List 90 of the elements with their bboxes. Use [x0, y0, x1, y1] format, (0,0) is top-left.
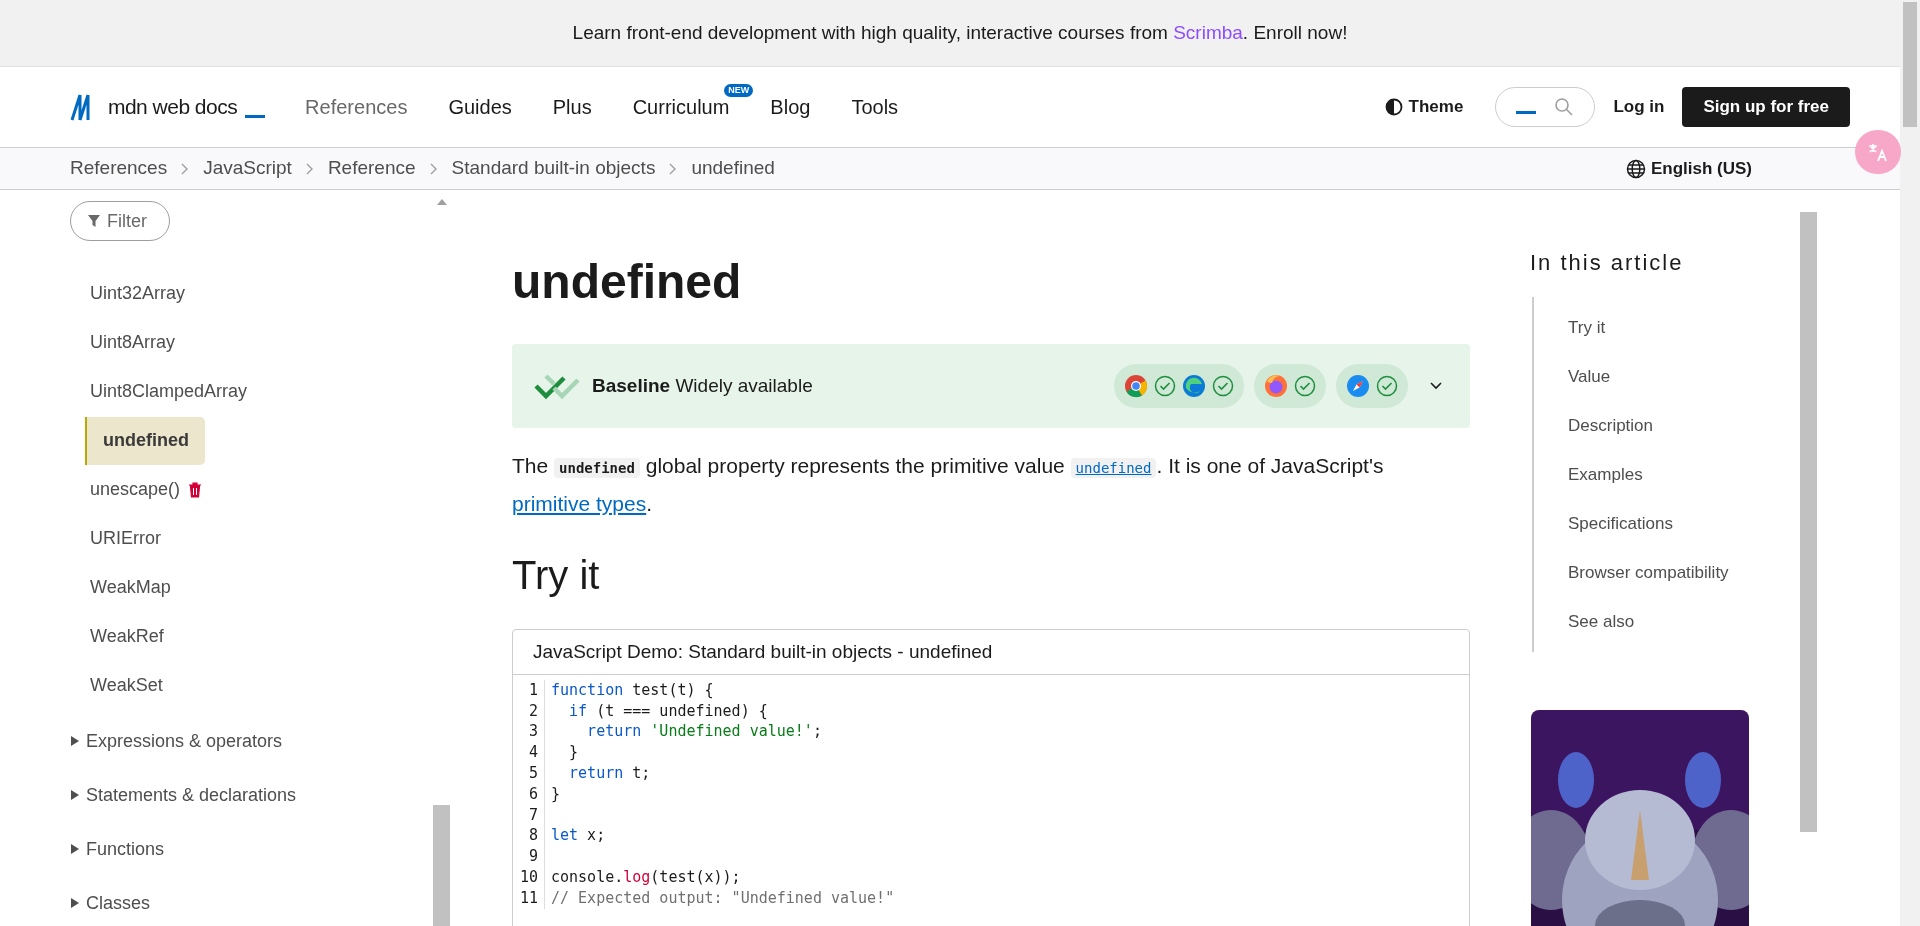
line-number: 3 — [513, 721, 545, 743]
page-title: undefined — [512, 256, 743, 309]
toc-link[interactable]: Specifications — [1568, 510, 1673, 537]
page-scrollbar[interactable] — [1903, 2, 1917, 127]
sidebar-link[interactable]: Uint32Array — [90, 280, 186, 307]
firefox-icon — [1264, 373, 1288, 398]
intro-paragraph: The undefined global property represents the primitive value undefined . It is one of JavaScript's primitive types. — [512, 452, 1385, 517]
toc-link[interactable]: Browser compatibility — [1568, 559, 1729, 586]
sidebar-link[interactable]: unescape() — [90, 476, 181, 503]
sidebar-link[interactable]: undefined — [85, 416, 205, 465]
line-number: 11 — [513, 887, 545, 909]
code-line: } — [568, 742, 579, 763]
sidebar-link[interactable]: Uint8ClampedArray — [90, 378, 248, 405]
translate-button[interactable] — [1855, 130, 1901, 174]
line-number: 8 — [513, 825, 545, 847]
check-circle-icon — [1212, 374, 1234, 397]
chevron-right-icon — [181, 162, 190, 175]
promo-text: Learn front-end development with high quality, interactive courses from Scrimba. Enroll now! — [572, 20, 1348, 45]
inline-link[interactable]: primitive types — [512, 491, 647, 515]
toc-link[interactable]: Description — [1568, 412, 1654, 439]
check-circle-icon — [1294, 374, 1316, 397]
new-badge: NEW — [724, 84, 754, 97]
sidebar-group[interactable]: Functions — [70, 835, 165, 863]
check-circle-icon — [1154, 374, 1176, 397]
language-button[interactable]: English (US) — [1625, 155, 1752, 182]
mdn-logo[interactable]: mdn web docs — [70, 91, 266, 123]
sidebar-group[interactable]: Expressions & operators — [70, 727, 283, 755]
code-line: let x; — [550, 825, 606, 847]
code-line: function test(t) { — [550, 679, 714, 701]
chevron-right-icon — [429, 162, 438, 175]
search-icon — [1554, 97, 1575, 117]
line-number: 1 — [513, 679, 545, 701]
toc-scrollbar[interactable] — [1800, 212, 1817, 832]
toc-link[interactable]: Examples — [1568, 461, 1643, 488]
sidebar-link[interactable]: WeakSet — [90, 672, 163, 699]
breadcrumb-link[interactable]: undefined — [691, 154, 775, 183]
line-number: 5 — [513, 763, 545, 784]
check-circle-icon — [1376, 374, 1398, 397]
toc-link[interactable]: Try it — [1568, 314, 1606, 341]
chevron-down-icon[interactable] — [1430, 381, 1442, 390]
nav-link[interactable]: Tools — [851, 96, 899, 118]
baseline-check-icon — [532, 371, 580, 400]
breadcrumb-link[interactable]: JavaScript — [203, 154, 292, 183]
code-line: console.log(test(x)); — [550, 866, 741, 888]
code-line: } — [550, 783, 561, 805]
section-heading: Try it — [512, 551, 601, 599]
line-number: 4 — [513, 742, 545, 763]
baseline-status: Baseline Widely available — [592, 373, 813, 398]
nav-link[interactable]: Blog — [770, 96, 811, 118]
sidebar-link[interactable]: WeakMap — [90, 574, 171, 601]
sidebar-group[interactable]: Classes — [70, 889, 151, 917]
code-line: if (t === undefined) { — [568, 700, 768, 722]
filter-icon — [87, 214, 101, 228]
nav-link[interactable]: References — [305, 96, 408, 118]
chrome-icon — [1124, 373, 1148, 398]
sidebar-scrollbar[interactable] — [433, 805, 450, 926]
chevron-right-icon — [305, 162, 314, 175]
line-number: 2 — [513, 700, 545, 722]
code-line: return 'Undefined value!'; — [586, 721, 822, 743]
breadcrumb-link[interactable]: Standard built-in objects — [451, 154, 656, 183]
demo-title: JavaScript Demo: Standard built-in objects - undefined — [533, 639, 993, 664]
sidebar-link[interactable]: WeakRef — [90, 623, 164, 650]
line-number: 10 — [513, 866, 545, 888]
code-line: return t; — [568, 763, 651, 784]
line-number: 7 — [513, 804, 545, 826]
nav-link[interactable]: Curriculum — [632, 96, 730, 118]
translate-icon — [1867, 142, 1889, 162]
globe-icon — [1625, 158, 1646, 179]
scroll-up-icon — [437, 199, 447, 205]
signup-button[interactable]: Sign up for free — [1682, 87, 1850, 127]
sidebar-link[interactable]: Uint8Array — [90, 329, 176, 356]
scrimba-link[interactable]: Scrimba — [1173, 21, 1243, 43]
chevron-right-icon — [669, 162, 678, 175]
line-number: 9 — [513, 846, 545, 867]
sidebar-link[interactable]: URIError — [90, 525, 161, 552]
contrast-icon — [1384, 98, 1403, 116]
theme-button[interactable]: Theme — [1384, 94, 1464, 120]
code-line: // Expected output: "Undefined value!" — [550, 887, 895, 909]
breadcrumb-link[interactable]: References — [70, 154, 168, 183]
breadcrumb-link[interactable]: Reference — [327, 154, 416, 183]
sidebar-group[interactable]: Statements & declarations — [70, 781, 297, 809]
nav-link[interactable]: Plus — [552, 96, 592, 118]
line-number: 6 — [513, 783, 545, 805]
edge-icon — [1182, 373, 1206, 398]
login-link[interactable]: Log in — [1613, 94, 1665, 120]
nav-link[interactable]: Guides — [448, 96, 512, 118]
toc-link[interactable]: See also — [1568, 608, 1635, 635]
safari-icon — [1346, 373, 1370, 398]
toc-link[interactable]: Value — [1568, 363, 1611, 390]
toc-title: In this article — [1530, 249, 1685, 277]
